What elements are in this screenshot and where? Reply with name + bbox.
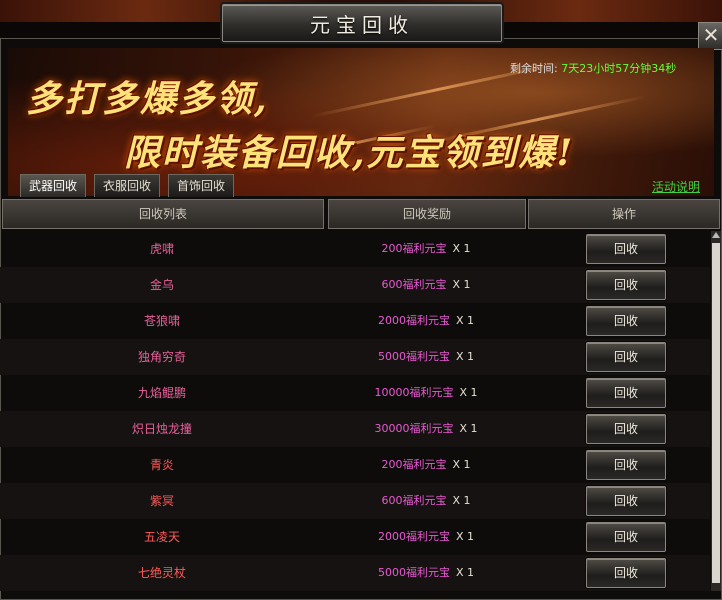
table-row: 青炎 200福利元宝 X 1 回收 — [0, 447, 710, 483]
recycle-button[interactable]: 回收 — [586, 342, 666, 372]
item-name: 苍狼啸 — [143, 314, 180, 328]
header-operation: 操作 — [528, 199, 720, 229]
item-name: 紫冥 — [149, 494, 174, 508]
reward-cell: 600福利元宝 X 1 — [326, 483, 526, 519]
recycle-button[interactable]: 回收 — [586, 558, 666, 588]
reward-cell: 30000福利元宝 X 1 — [326, 411, 526, 447]
recycle-button[interactable]: 回收 — [586, 270, 666, 300]
table-row: 九焰鲲鹏 10000福利元宝 X 1 回收 — [0, 375, 710, 411]
recycle-button[interactable]: 回收 — [586, 486, 666, 516]
item-name: 炽日烛龙撞 — [131, 422, 192, 436]
reward-amount: 200福利元宝 — [381, 458, 447, 471]
table-row: 苍狼啸 2000福利元宝 X 1 回收 — [0, 303, 710, 339]
reward-amount: 5000福利元宝 — [377, 350, 450, 363]
table-row: 炽日烛龙撞 30000福利元宝 X 1 回收 — [0, 411, 710, 447]
reward-quantity: X 1 — [452, 494, 471, 507]
reward-amount: 200福利元宝 — [381, 242, 447, 255]
reward-amount: 30000福利元宝 — [374, 422, 454, 435]
timer-label: 剩余时间: — [510, 62, 558, 75]
reward-amount: 10000福利元宝 — [374, 386, 454, 399]
recycle-button[interactable]: 回收 — [586, 522, 666, 552]
header-recycle-reward: 回收奖励 — [328, 199, 526, 229]
table-row: 五凌天 2000福利元宝 X 1 回收 — [0, 519, 710, 555]
recycle-button[interactable]: 回收 — [586, 378, 666, 408]
reward-cell: 5000福利元宝 X 1 — [326, 555, 526, 591]
item-name: 金乌 — [149, 278, 174, 292]
reward-cell: 200福利元宝 X 1 — [326, 447, 526, 483]
reward-amount: 600福利元宝 — [381, 494, 447, 507]
reward-quantity: X 1 — [455, 350, 475, 363]
window-title-plate: 元宝回收 — [222, 4, 502, 42]
tab-jewelry-recycle[interactable]: 首饰回收 — [168, 174, 235, 197]
table-row: 紫冥 600福利元宝 X 1 回收 — [0, 483, 710, 519]
reward-amount: 5000福利元宝 — [377, 566, 450, 579]
timer-value: 7天23小时57分钟34秒 — [561, 62, 677, 75]
reward-quantity: X 1 — [459, 386, 478, 399]
recycle-table-body: 虎啸 200福利元宝 X 1 回收 金乌 600福利元宝 X 1 回收 苍狼啸 2000福利元宝 X… — [0, 231, 710, 591]
reward-amount: 600福利元宝 — [381, 278, 447, 291]
reward-quantity: X 1 — [452, 278, 471, 291]
header-recycle-list: 回收列表 — [2, 199, 324, 229]
reward-quantity: X 1 — [459, 422, 478, 435]
reward-quantity: X 1 — [452, 242, 471, 255]
banner-slogan-line2: 限时装备回收,元宝领到爆! — [124, 132, 575, 174]
item-name: 虎啸 — [149, 242, 174, 256]
recycle-button[interactable]: 回收 — [586, 306, 666, 336]
scrollbar[interactable] — [711, 231, 721, 591]
activity-help-link[interactable]: 活动说明 — [652, 178, 700, 195]
reward-quantity: X 1 — [455, 530, 475, 543]
reward-cell: 2000福利元宝 X 1 — [326, 519, 526, 555]
recycle-button[interactable]: 回收 — [586, 450, 666, 480]
scrollbar-thumb[interactable] — [712, 243, 720, 583]
tab-clothes-recycle[interactable]: 衣服回收 — [94, 174, 161, 197]
item-name: 青炎 — [149, 458, 174, 472]
table-row: 金乌 600福利元宝 X 1 回收 — [0, 267, 710, 303]
item-name: 七绝灵杖 — [137, 566, 186, 580]
item-name: 五凌天 — [143, 530, 180, 544]
reward-amount: 2000福利元宝 — [377, 314, 450, 327]
reward-cell: 2000福利元宝 X 1 — [326, 303, 526, 339]
recycle-button[interactable]: 回收 — [586, 414, 666, 444]
table-row: 独角穷奇 5000福利元宝 X 1 回收 — [0, 339, 710, 375]
reward-quantity: X 1 — [455, 314, 475, 327]
reward-cell: 5000福利元宝 X 1 — [326, 339, 526, 375]
window-title: 元宝回收 — [310, 12, 414, 37]
countdown-timer: 剩余时间: 7天23小时57分钟34秒 — [510, 60, 676, 76]
close-button[interactable]: ✕ — [698, 22, 722, 50]
banner-slogan-line1: 多打多爆多领, — [26, 78, 269, 120]
table-row: 虎啸 200福利元宝 X 1 回收 — [0, 231, 710, 267]
reward-quantity: X 1 — [452, 458, 471, 471]
recycle-button[interactable]: 回收 — [586, 234, 666, 264]
reward-cell: 600福利元宝 X 1 — [326, 267, 526, 303]
reward-cell: 10000福利元宝 X 1 — [326, 375, 526, 411]
item-name: 九焰鲲鹏 — [137, 386, 186, 400]
reward-amount: 2000福利元宝 — [377, 530, 450, 543]
item-name: 独角穷奇 — [137, 350, 186, 364]
tab-weapon-recycle[interactable]: 武器回收 — [20, 174, 87, 197]
scroll-up-arrow-icon[interactable] — [712, 232, 720, 238]
reward-cell: 200福利元宝 X 1 — [326, 231, 526, 267]
table-row: 七绝灵杖 5000福利元宝 X 1 回收 — [0, 555, 710, 591]
reward-quantity: X 1 — [455, 566, 475, 579]
